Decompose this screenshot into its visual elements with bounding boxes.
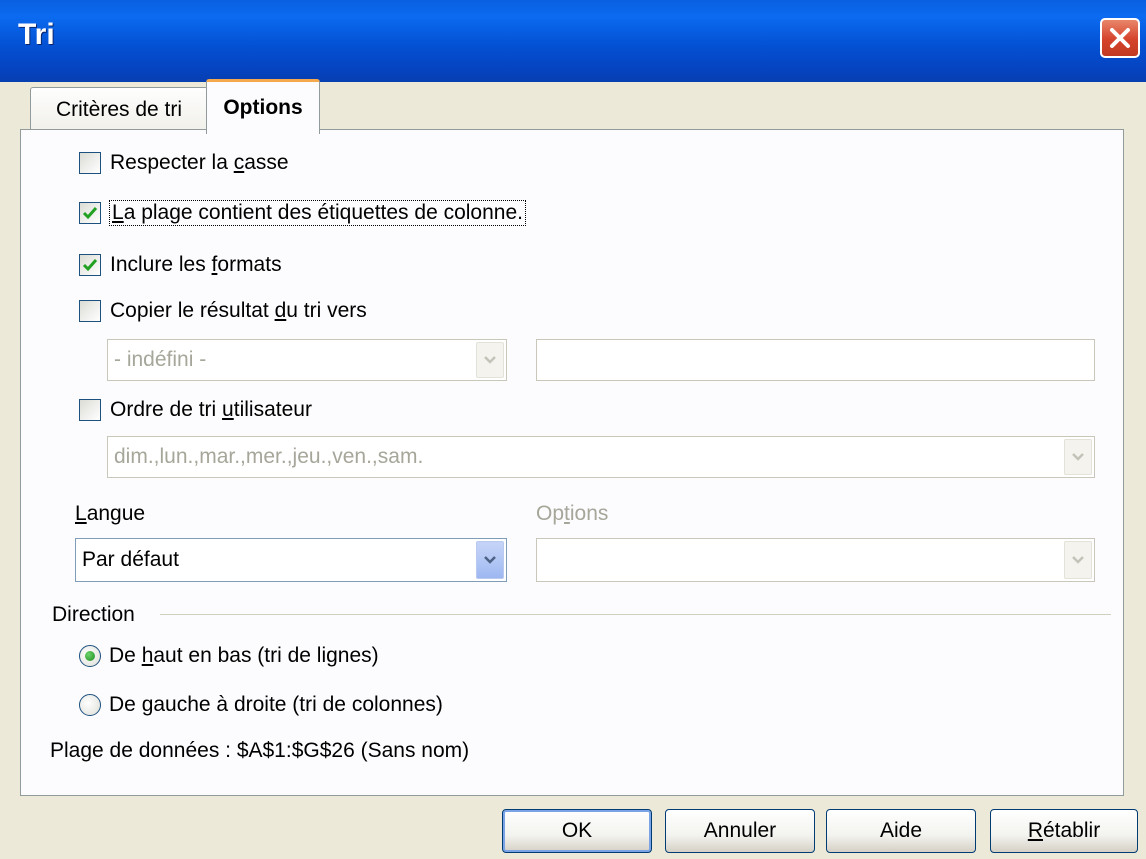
language-select[interactable]: Par défaut: [75, 538, 507, 582]
chevron-down-icon: [484, 356, 496, 364]
chevron-down-icon: [1072, 453, 1084, 461]
custom-order-option[interactable]: Ordre de tri utilisateur: [79, 398, 312, 422]
left-right-label: De gauche à droite (tri de colonnes): [109, 693, 443, 716]
chevron-down-icon: [1072, 556, 1084, 564]
custom-order-label: Ordre de tri utilisateur: [110, 398, 312, 421]
custom-order-dropdown-button[interactable]: [1064, 439, 1092, 475]
help-button[interactable]: Aide: [826, 809, 976, 853]
language-dropdown-button[interactable]: [476, 541, 504, 579]
left-right-option[interactable]: De gauche à droite (tri de colonnes): [79, 693, 443, 717]
language-options-dropdown-button[interactable]: [1064, 541, 1092, 579]
top-bottom-label: De haut en bas (tri de lignes): [109, 644, 379, 667]
window-title: Tri: [18, 18, 55, 51]
case-sensitive-checkbox[interactable]: [79, 152, 101, 174]
data-range-text: Plage de données : $A$1:$G$26 (Sans nom): [50, 739, 470, 762]
custom-order-select-value: dim.,lun.,mar.,mer.,jeu.,ven.,sam.: [114, 445, 424, 468]
include-formats-option[interactable]: Inclure les formats: [79, 253, 282, 277]
top-bottom-option[interactable]: De haut en bas (tri de lignes): [79, 644, 379, 668]
copy-result-label: Copier le résultat du tri vers: [110, 299, 367, 322]
language-label: Langue: [75, 502, 146, 525]
language-options-label: Options: [536, 502, 609, 525]
title-bar: Tri: [0, 0, 1146, 82]
checkmark-icon: [82, 259, 98, 272]
has-headers-label: La plage contient des étiquettes de colo…: [109, 200, 526, 226]
include-formats-label: Inclure les formats: [110, 253, 282, 276]
checkmark-icon: [82, 207, 98, 220]
tab-options[interactable]: Options: [206, 79, 320, 134]
custom-order-checkbox[interactable]: [79, 399, 101, 421]
include-formats-checkbox[interactable]: [79, 254, 101, 276]
language-options-select[interactable]: [536, 538, 1095, 582]
copy-target-select-value: - indéfini -: [114, 348, 207, 371]
custom-order-select[interactable]: dim.,lun.,mar.,mer.,jeu.,ven.,sam.: [107, 436, 1095, 478]
copy-result-checkbox[interactable]: [79, 300, 101, 322]
reset-button[interactable]: Rétablir: [990, 809, 1138, 853]
ok-button[interactable]: OK: [502, 809, 652, 853]
language-select-value: Par défaut: [82, 548, 179, 571]
copy-result-option[interactable]: Copier le résultat du tri vers: [79, 299, 367, 323]
top-bottom-radio[interactable]: [79, 645, 101, 667]
has-headers-checkbox[interactable]: [79, 202, 101, 224]
copy-target-input[interactable]: [536, 339, 1095, 381]
has-headers-option[interactable]: La plage contient des étiquettes de colo…: [79, 200, 526, 226]
case-sensitive-label: Respecter la casse: [110, 151, 289, 174]
copy-target-dropdown-button[interactable]: [476, 342, 504, 378]
close-icon: [1110, 28, 1130, 48]
close-button[interactable]: [1100, 18, 1140, 58]
chevron-down-icon: [484, 556, 496, 564]
cancel-button[interactable]: Annuler: [665, 809, 815, 853]
tab-sort-criteria[interactable]: Critères de tri: [30, 87, 208, 131]
direction-label: Direction: [52, 603, 135, 626]
case-sensitive-option[interactable]: Respecter la casse: [79, 151, 289, 175]
direction-divider: [160, 614, 1111, 615]
left-right-radio[interactable]: [79, 694, 101, 716]
copy-target-select[interactable]: - indéfini -: [107, 339, 507, 381]
